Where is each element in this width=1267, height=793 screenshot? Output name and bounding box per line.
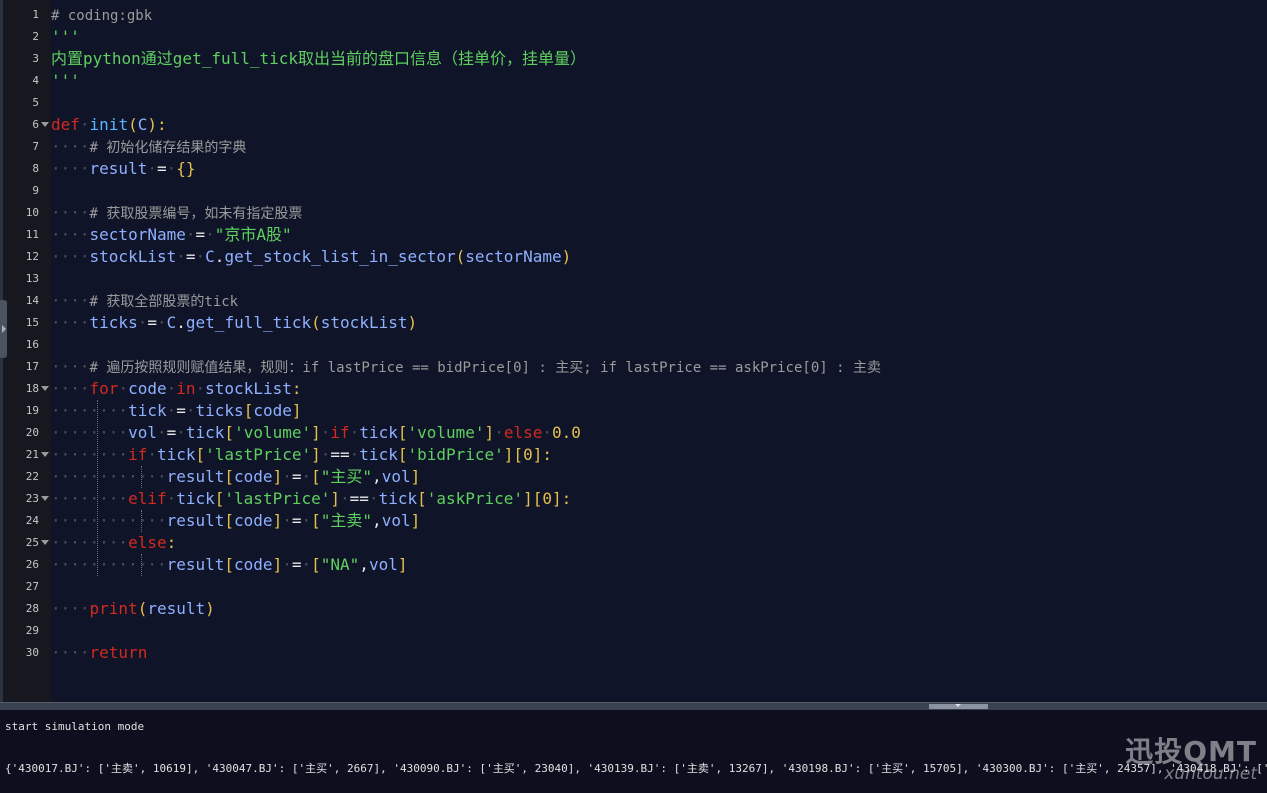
code-line-18: ····for·code·in·stockList: [51, 379, 302, 398]
line-number: 28 [25, 602, 39, 615]
code-line-10: ····# 获取股票编号，如未有指定股票 [51, 203, 303, 222]
line-number: 6 [32, 118, 39, 131]
code-editor[interactable]: 1 2 3 4 5 6 7 8 9 10 11 12 13 14 15 16 1… [0, 0, 1267, 702]
panel-collapse-handle[interactable] [0, 300, 7, 358]
line-number: 18 [25, 382, 39, 395]
console-line: start simulation mode [5, 720, 145, 733]
panel-divider[interactable] [0, 702, 1267, 710]
line-number: 19 [25, 404, 39, 417]
code-line-22: ············result[code]·=·["主买",vol] [51, 467, 421, 486]
splitter-handle[interactable] [929, 704, 988, 709]
line-number: 9 [32, 184, 39, 197]
code-line-6: def·init(C): [51, 115, 167, 134]
line-number: 13 [25, 272, 39, 285]
line-number: 5 [32, 96, 39, 109]
console-line: {'430017.BJ': ['主卖', 10619], '430047.BJ'… [5, 762, 1267, 775]
code-line-12: ····stockList·=·C.get_stock_list_in_sect… [51, 247, 572, 266]
code-line-15: ····ticks·=·C.get_full_tick(stockList) [51, 313, 418, 332]
line-number: 11 [25, 228, 39, 241]
code-line-24: ············result[code]·=·["主卖",vol] [51, 511, 421, 530]
line-number: 23 [25, 492, 39, 505]
code-line-30: ····return [51, 643, 148, 662]
code-line-1: # coding:gbk [51, 8, 153, 24]
line-number: 22 [25, 470, 39, 483]
code-line-26: ············result[code]·=·["NA",vol] [51, 555, 408, 574]
fold-toggle-icon[interactable] [41, 540, 49, 545]
line-number: 3 [32, 52, 39, 65]
line-number: 17 [25, 360, 39, 373]
fold-toggle-icon[interactable] [41, 452, 49, 457]
line-number: 21 [25, 448, 39, 461]
line-number: 25 [25, 536, 39, 549]
line-number: 1 [32, 8, 39, 21]
line-number: 8 [32, 162, 39, 175]
code-line-17: ····# 遍历按照规则赋值结果，规则：if lastPrice == bidP… [51, 357, 881, 376]
code-line-3: 内置python通过get_full_tick取出当前的盘口信息（挂单价，挂单量… [51, 49, 587, 68]
line-number: 26 [25, 558, 39, 571]
code-line-21: ········if·tick['lastPrice']·==·tick['bi… [51, 445, 552, 464]
code-line-19: ········tick·=·ticks[code] [51, 401, 302, 420]
fold-toggle-icon[interactable] [41, 496, 49, 501]
line-number: 30 [25, 646, 39, 659]
code-line-8: ····result·=·{} [51, 159, 196, 178]
code-line-20: ········vol·=·tick['volume']·if·tick['vo… [51, 423, 581, 442]
code-line-25: ········else: [51, 533, 177, 552]
code-line-11: ····sectorName·=·"京市A股" [51, 225, 292, 244]
fold-toggle-icon[interactable] [41, 386, 49, 391]
line-number: 4 [32, 74, 39, 87]
code-line-7: ····# 初始化储存结果的字典 [51, 137, 247, 156]
code-text-area[interactable]: # coding:gbk ''' 内置python通过get_full_tick… [51, 0, 1267, 702]
code-line-4: ''' [51, 71, 80, 90]
code-line-2: ''' [51, 27, 80, 46]
output-console[interactable]: start simulation mode {'430017.BJ': ['主卖… [0, 710, 1267, 793]
line-number: 15 [25, 316, 39, 329]
line-number: 20 [25, 426, 39, 439]
line-number: 14 [25, 294, 39, 307]
line-number: 12 [25, 250, 39, 263]
code-line-14: ····# 获取全部股票的tick [51, 291, 239, 310]
line-number-gutter: 1 2 3 4 5 6 7 8 9 10 11 12 13 14 15 16 1… [3, 0, 51, 702]
brand-watermark: 迅投QMT xuntou.net [1125, 730, 1257, 784]
line-number: 7 [32, 140, 39, 153]
line-number: 10 [25, 206, 39, 219]
line-number: 27 [25, 580, 39, 593]
code-line-28: ····print(result) [51, 599, 215, 618]
line-number: 29 [25, 624, 39, 637]
line-number: 2 [32, 30, 39, 43]
code-line-23: ········elif·tick['lastPrice']·==·tick['… [51, 489, 572, 508]
fold-toggle-icon[interactable] [41, 122, 49, 127]
line-number: 24 [25, 514, 39, 527]
line-number: 16 [25, 338, 39, 351]
